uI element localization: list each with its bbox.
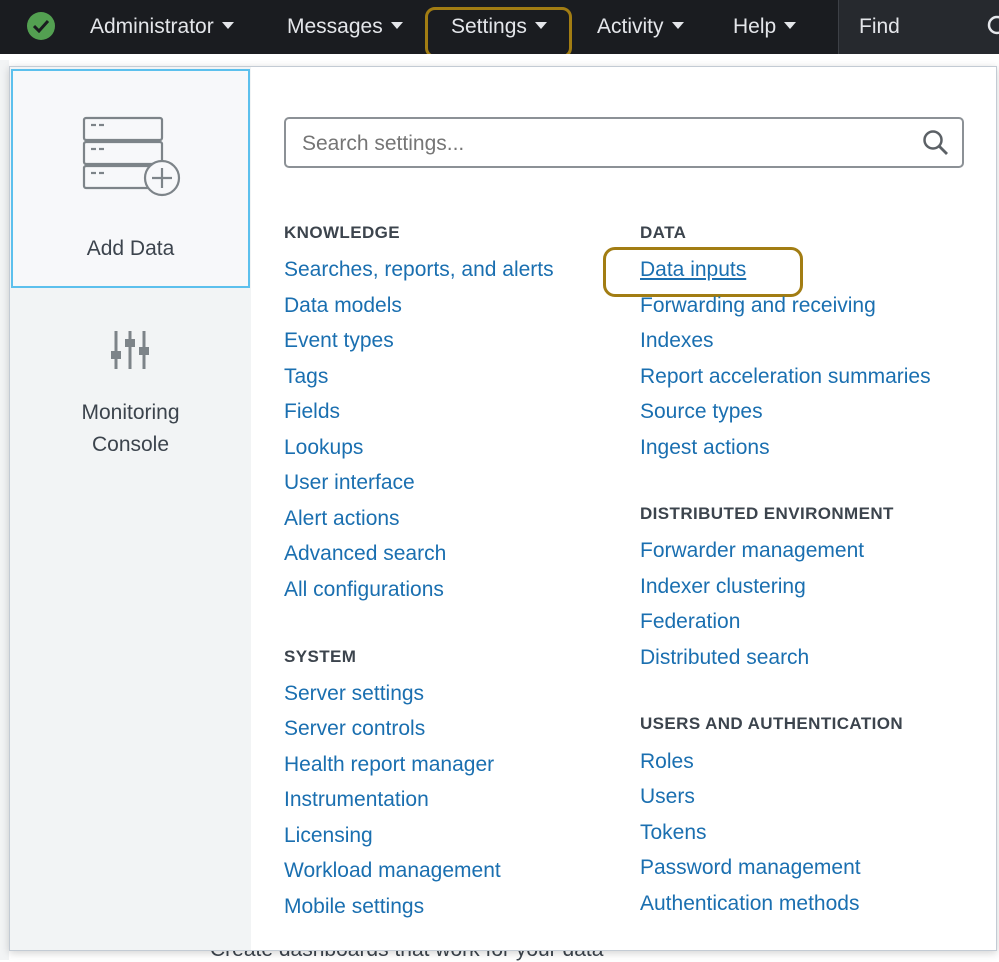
data-inputs-highlight-annotation [603,247,803,297]
add-data-tile[interactable]: Add Data [11,69,250,288]
search-settings-input[interactable] [302,132,902,156]
link-server-controls[interactable]: Server controls [284,717,425,741]
server-add-icon [82,116,181,197]
link-indexes[interactable]: Indexes [640,329,714,353]
settings-sidebar: Add Data Monitoring Console [10,67,251,950]
link-password-management[interactable]: Password management [640,856,861,880]
link-searches-reports-alerts[interactable]: Searches, reports, and alerts [284,258,554,282]
link-licensing[interactable]: Licensing [284,824,373,848]
monitoring-label-line1: Monitoring [81,401,180,424]
link-health-report-manager[interactable]: Health report manager [284,753,494,777]
users-heading: USERS AND AUTHENTICATION [640,714,904,733]
link-instrumentation[interactable]: Instrumentation [284,788,429,812]
caret-down-icon [221,21,234,29]
search-icon[interactable] [922,129,950,157]
distributed-heading: DISTRIBUTED ENVIRONMENT [640,504,894,523]
data-heading: DATA [640,223,687,242]
monitoring-label-line2: Console [91,433,170,456]
nav-administrator[interactable]: Administrator [90,0,234,54]
link-tags[interactable]: Tags [284,365,328,389]
find-label: Find [859,15,900,38]
search-icon[interactable] [985,14,999,38]
link-advanced-search[interactable]: Advanced search [284,542,446,566]
nav-activity[interactable]: Activity [597,0,684,54]
nav-help[interactable]: Help [733,0,797,54]
link-distributed-search[interactable]: Distributed search [640,646,809,670]
nav-messages[interactable]: Messages [287,0,403,54]
link-mobile-settings[interactable]: Mobile settings [284,895,424,919]
link-report-acceleration-summaries[interactable]: Report acceleration summaries [640,365,931,389]
link-fields[interactable]: Fields [284,400,340,424]
link-authentication-methods[interactable]: Authentication methods [640,892,859,916]
nav-help-label: Help [733,15,777,38]
settings-dropdown-panel: Add Data Monitoring Console KNOWLEDGE Se… [9,66,997,951]
caret-down-icon [390,21,403,29]
nav-administrator-label: Administrator [90,15,214,38]
link-event-types[interactable]: Event types [284,329,394,353]
check-circle-icon[interactable] [27,12,55,40]
nav-messages-label: Messages [287,15,383,38]
link-roles[interactable]: Roles [640,750,694,774]
add-data-label: Add Data [86,237,175,260]
link-forwarding-receiving[interactable]: Forwarding and receiving [640,294,876,318]
link-ingest-actions[interactable]: Ingest actions [640,436,770,460]
link-federation[interactable]: Federation [640,610,740,634]
link-indexer-clustering[interactable]: Indexer clustering [640,575,806,599]
nav-activity-label: Activity [597,15,664,38]
page-left-edge [0,60,9,960]
knowledge-heading: KNOWLEDGE [284,223,400,242]
caret-down-icon [784,21,797,29]
link-server-settings[interactable]: Server settings [284,682,424,706]
monitoring-console-link[interactable]: Monitoring Console [10,397,251,461]
link-source-types[interactable]: Source types [640,400,763,424]
link-alert-actions[interactable]: Alert actions [284,507,400,531]
sliders-icon[interactable] [110,329,150,371]
link-data-models[interactable]: Data models [284,294,402,318]
link-users[interactable]: Users [640,785,695,809]
link-user-interface[interactable]: User interface [284,471,415,495]
search-settings-box[interactable] [284,117,964,168]
link-tokens[interactable]: Tokens [640,821,707,845]
system-heading: SYSTEM [284,647,357,666]
link-forwarder-management[interactable]: Forwarder management [640,539,864,563]
settings-highlight-annotation [425,7,572,58]
link-lookups[interactable]: Lookups [284,436,363,460]
top-navigation-bar: Administrator Messages Settings Activity… [0,0,999,58]
link-workload-management[interactable]: Workload management [284,859,501,883]
caret-down-icon [671,21,684,29]
find-search-box[interactable]: Find [838,0,999,54]
link-all-configurations[interactable]: All configurations [284,578,444,602]
